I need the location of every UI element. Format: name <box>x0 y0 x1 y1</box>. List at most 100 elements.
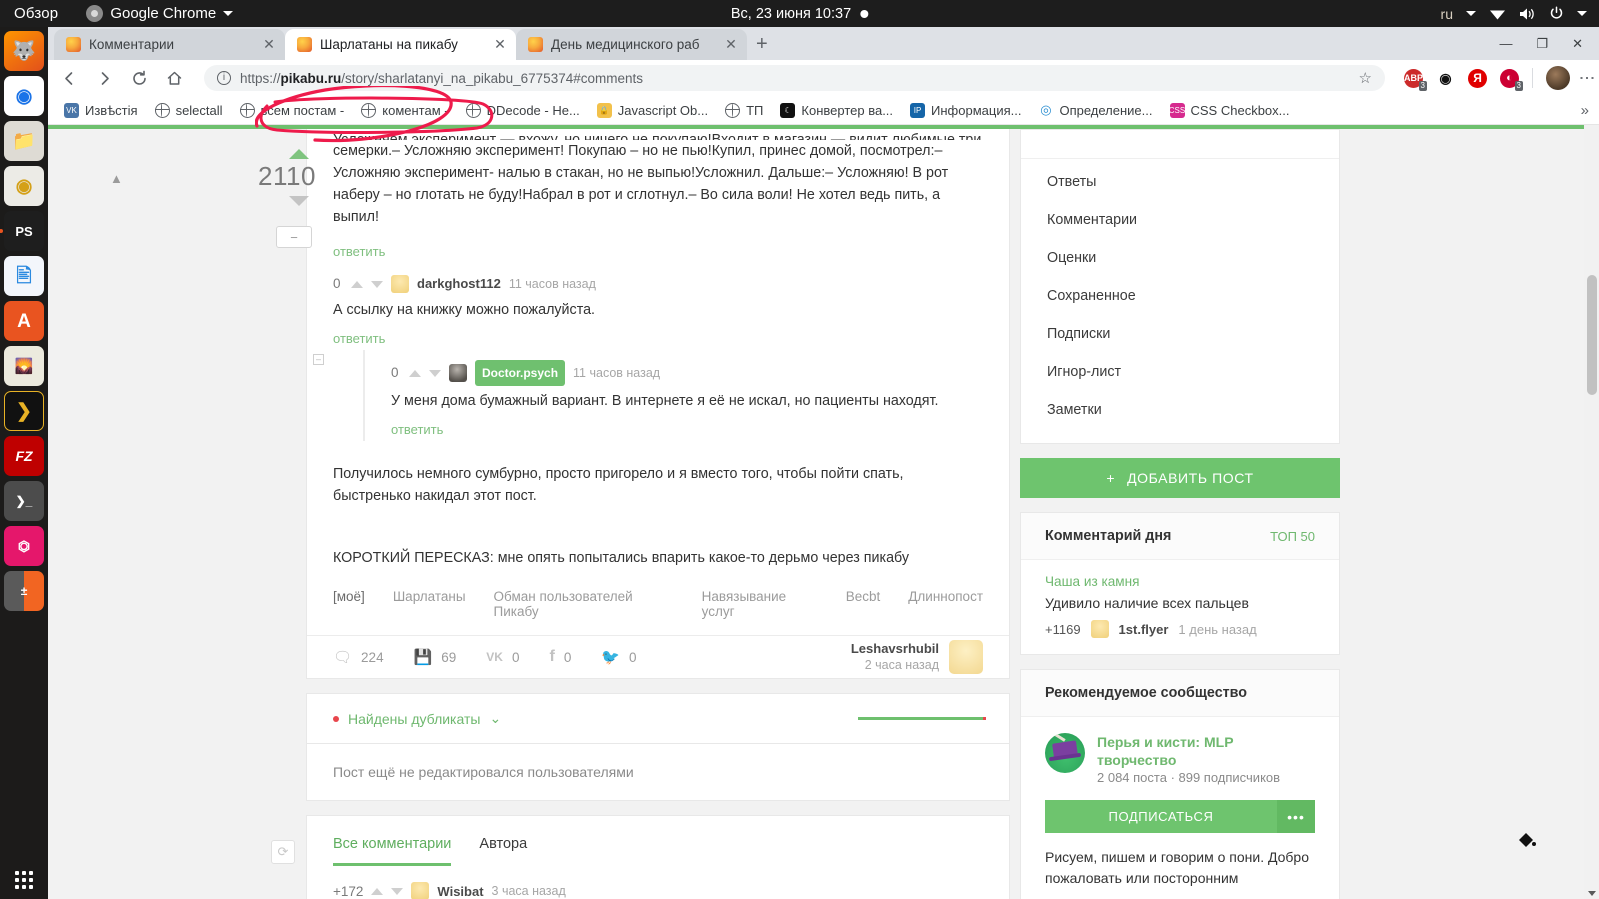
site-info-icon[interactable]: i <box>217 71 231 85</box>
eyedropper-extension-icon[interactable]: ◉ <box>1436 69 1455 88</box>
facebook-share-button[interactable]: f 0 <box>549 648 571 666</box>
community-more-button[interactable]: ••• <box>1277 800 1315 833</box>
bookmarks-overflow-button[interactable]: » <box>1581 102 1589 119</box>
browser-tab-1[interactable]: Комментарии ✕ <box>54 29 285 60</box>
tab-author-comments[interactable]: Автора <box>479 836 527 866</box>
tab-close-icon[interactable]: ✕ <box>723 36 739 53</box>
browser-tab-3[interactable]: День медицинского раб ✕ <box>516 29 747 60</box>
sidebar-item-kommentarii[interactable]: Комментарии <box>1021 201 1339 239</box>
vk-share-button[interactable]: VK 0 <box>486 650 519 665</box>
show-applications-button[interactable] <box>15 871 33 889</box>
dock-item-shutter[interactable]: ⏣ <box>4 526 44 566</box>
avatar[interactable] <box>411 882 430 899</box>
bookmark-ddecode[interactable]: DDecode - He... <box>460 101 586 120</box>
comment-author-badge[interactable]: Doctor.psych <box>475 360 566 386</box>
close-window-button[interactable]: ✕ <box>1572 36 1583 52</box>
minimize-button[interactable]: — <box>1499 36 1512 51</box>
bookmark-star-icon[interactable]: ☆ <box>1359 69 1372 87</box>
dock-item-yandex-browser[interactable]: ❯ <box>4 391 44 431</box>
tab-close-icon[interactable]: ✕ <box>261 36 277 53</box>
bookmark-vsem-postam[interactable]: всем постам - <box>234 101 351 120</box>
comments-count-button[interactable]: 🗨 224 <box>333 648 384 666</box>
dock-item-filezilla[interactable]: FZ <box>4 436 44 476</box>
system-tray[interactable]: ru <box>1441 6 1587 22</box>
forward-button[interactable] <box>93 67 115 89</box>
comment-reply-link[interactable]: ответить <box>333 321 385 350</box>
avatar[interactable] <box>449 364 467 382</box>
twitter-share-button[interactable]: 🐦 0 <box>601 648 636 666</box>
bookmark-izvestiya[interactable]: VK Извѣстія <box>58 101 144 120</box>
dock-item-firefox[interactable]: 🐺 <box>4 31 44 71</box>
minus-button[interactable]: − <box>276 226 312 248</box>
sidebar-item-podpiski[interactable]: Подписки <box>1021 315 1339 353</box>
duplicates-toggle[interactable]: Найдены дубликаты ⌄ <box>333 710 501 727</box>
yandex-extension-icon[interactable]: Я <box>1468 68 1487 88</box>
app-menu-chrome[interactable]: Google Chrome <box>86 5 234 22</box>
dock-item-ubuntu-software[interactable]: A <box>4 301 44 341</box>
comment-of-day-username[interactable]: 1st.flyer <box>1119 622 1169 637</box>
tab-all-comments[interactable]: Все комментарии <box>333 836 452 866</box>
tag-item[interactable]: Becbt <box>846 589 881 619</box>
dock-item-phpstorm[interactable]: PS <box>0 211 44 251</box>
comment-upvote-icon[interactable] <box>351 280 363 288</box>
bookmark-opredelenie[interactable]: ◎ Определение... <box>1032 101 1158 120</box>
dock-item-google-chrome[interactable]: ◉ <box>4 76 44 116</box>
save-count-button[interactable]: 💾 69 <box>414 648 457 666</box>
reload-button[interactable] <box>128 67 150 89</box>
power-icon[interactable] <box>1549 6 1564 21</box>
home-button[interactable] <box>163 67 185 89</box>
bookmark-komentam[interactable]: коментам - <box>355 101 454 120</box>
community-name-link[interactable]: Перья и кисти: MLP творчество <box>1097 733 1315 769</box>
bookmark-informaciya[interactable]: IP Информация... <box>904 101 1027 120</box>
dock-item-libreoffice-writer[interactable]: 🖹 <box>4 256 44 296</box>
tag-item[interactable]: Длиннопост <box>908 589 983 619</box>
comment-downvote-icon[interactable] <box>429 369 441 377</box>
comment-of-day-post-link[interactable]: Чаша из камня <box>1045 574 1315 589</box>
avatar[interactable] <box>391 275 409 293</box>
browser-tab-2-active[interactable]: Шарлатаны на пикабу ✕ <box>285 29 516 60</box>
new-tab-button[interactable]: + <box>756 34 768 54</box>
comment-username[interactable]: Wisibat <box>437 884 483 899</box>
sidebar-item-zametki[interactable]: Заметки <box>1021 391 1339 429</box>
scrollbar-thumb[interactable] <box>1587 275 1597 395</box>
page-scrollbar[interactable] <box>1584 125 1599 899</box>
add-post-button[interactable]: + ДОБАВИТЬ ПОСТ <box>1020 458 1340 498</box>
scroll-down-arrow-icon[interactable] <box>1588 891 1596 896</box>
dock-item-files[interactable]: 📁 <box>4 121 44 161</box>
tab-close-icon[interactable]: ✕ <box>492 36 508 53</box>
volume-icon[interactable] <box>1519 7 1536 21</box>
downvote-button[interactable] <box>289 196 309 206</box>
collapse-thread-icon[interactable]: – <box>313 354 324 365</box>
bookmark-konverter[interactable]: ☾ Конвертер ва... <box>774 101 899 120</box>
refresh-comments-button[interactable]: ⟳ <box>271 840 295 864</box>
sidebar-item-ocenki[interactable]: Оценки <box>1021 239 1339 277</box>
clock-area[interactable]: Вс, 23 июня 10:37 <box>731 6 869 22</box>
dock-item-rhythmbox[interactable]: ◉ <box>4 166 44 206</box>
avatar[interactable] <box>949 640 983 674</box>
post-author-name[interactable]: Leshavsrhubil <box>851 641 939 656</box>
comment-upvote-icon[interactable] <box>371 887 384 895</box>
collapse-post-icon[interactable]: ▲ <box>110 171 123 186</box>
community-logo-icon[interactable] <box>1045 733 1085 773</box>
tag-item[interactable]: Навязывание услуг <box>702 589 818 619</box>
tag-item[interactable]: Шарлатаны <box>393 589 466 619</box>
back-button[interactable] <box>58 67 80 89</box>
address-bar[interactable]: i https://pikabu.ru/story/sharlatanyi_na… <box>204 65 1385 91</box>
wifi-icon[interactable] <box>1489 7 1506 20</box>
bookmark-selectall[interactable]: selectall <box>149 101 229 120</box>
sidebar-item-ignor-list[interactable]: Игнор-лист <box>1021 353 1339 391</box>
profile-avatar[interactable] <box>1546 66 1570 90</box>
bookmark-css-checkbox[interactable]: CSS CSS Checkbox... <box>1164 101 1296 120</box>
subscribe-button[interactable]: ПОДПИСАТЬСЯ <box>1045 800 1277 833</box>
tag-item[interactable]: [моё] <box>333 589 365 619</box>
sidebar-item-sohranennoe[interactable]: Сохраненное <box>1021 277 1339 315</box>
comment-downvote-icon[interactable] <box>391 887 404 895</box>
comment-upvote-icon[interactable] <box>409 369 421 377</box>
comment-downvote-icon[interactable] <box>371 280 383 288</box>
top-50-link[interactable]: ТОП 50 <box>1270 529 1315 544</box>
post-author[interactable]: Leshavsrhubil 2 часа назад <box>851 640 983 674</box>
opera-extension-icon[interactable]: ◐ 3 <box>1500 68 1523 91</box>
bookmark-javascript-obfuscator[interactable]: 🔒 Javascript Ob... <box>591 101 714 120</box>
sidebar-item-otvety[interactable]: Ответы <box>1021 163 1339 201</box>
maximize-button[interactable]: ❐ <box>1536 36 1548 52</box>
